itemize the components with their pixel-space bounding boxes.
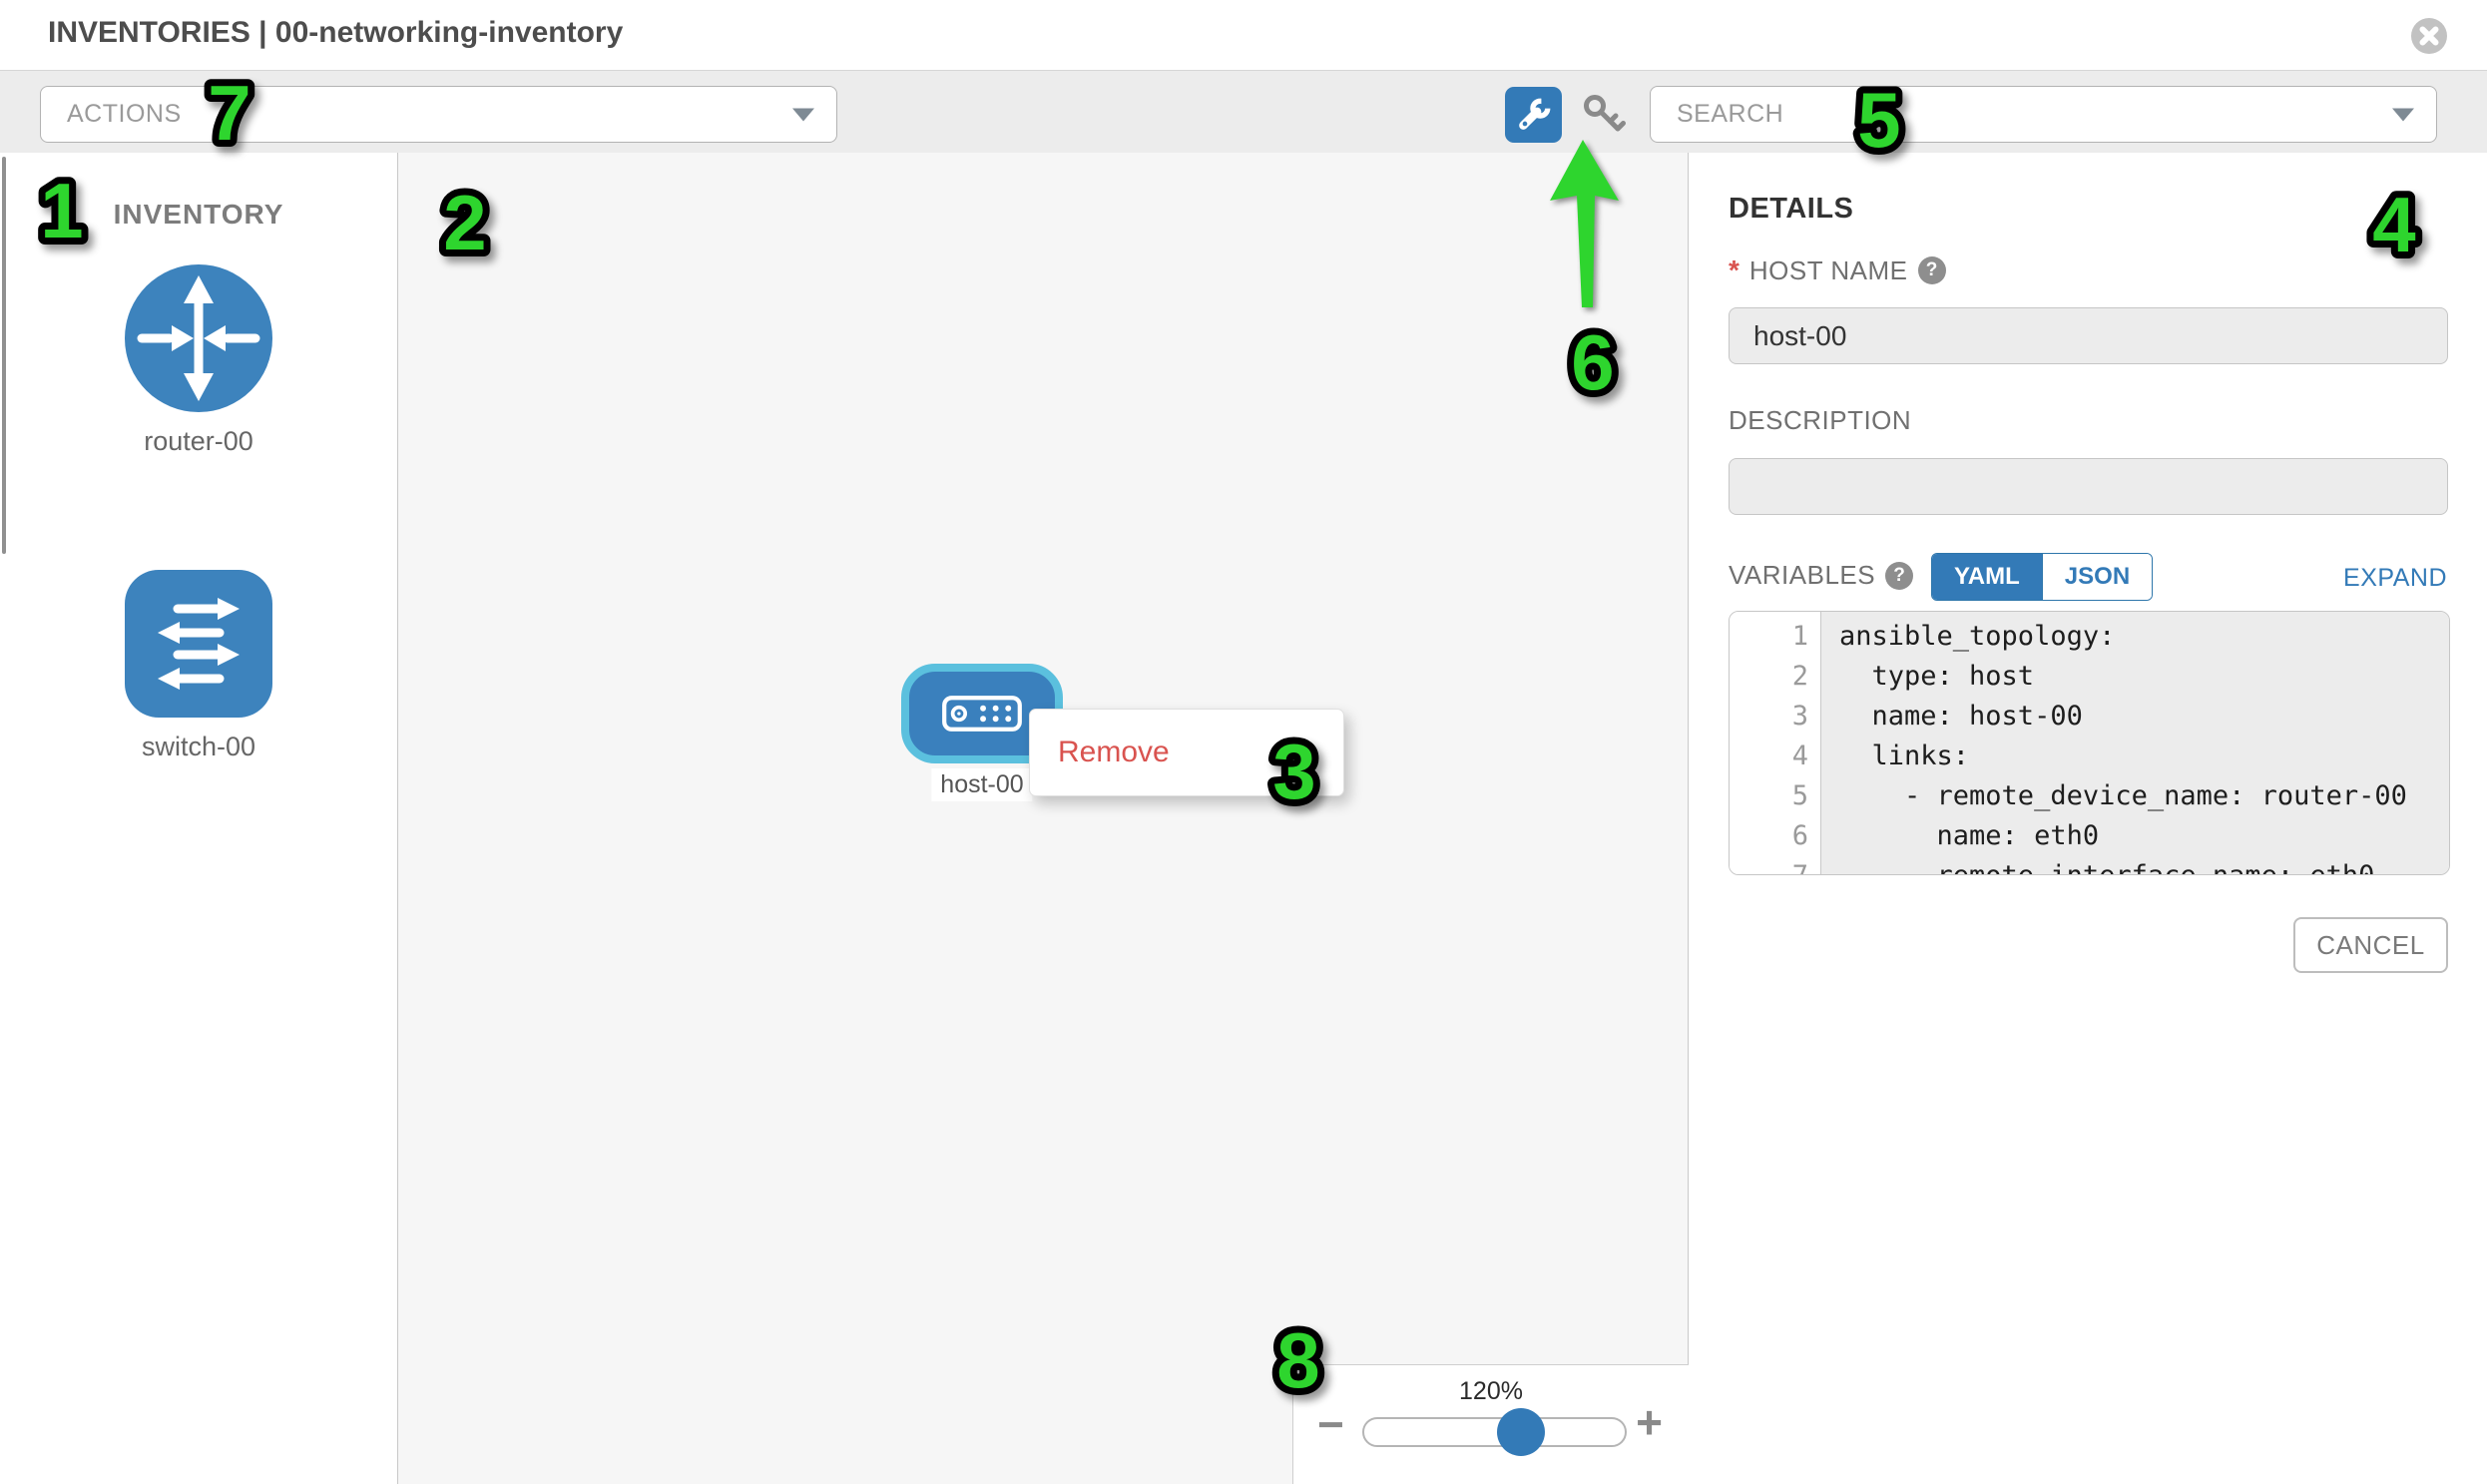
palette-item-router[interactable]: router-00: [0, 263, 397, 457]
editor-gutter: 1 2 3 4 5 6 7: [1730, 612, 1821, 874]
required-asterisk: *: [1729, 254, 1740, 286]
chevron-down-icon: [792, 108, 814, 121]
cancel-button[interactable]: CANCEL: [2293, 917, 2448, 973]
actions-dropdown[interactable]: ACTIONS: [40, 86, 837, 143]
search-dropdown[interactable]: [1650, 86, 2437, 143]
node-context-menu: Details Remove: [1029, 709, 1344, 796]
details-panel: DETAILS * HOST NAME ? DESCRIPTION VARIAB…: [1689, 153, 2487, 1484]
scrollbar[interactable]: [2, 157, 6, 554]
zoom-in-button[interactable]: +: [1636, 1395, 1663, 1449]
host-icon: [940, 693, 1024, 735]
palette-item-label: switch-00: [0, 732, 397, 762]
help-icon[interactable]: ?: [1918, 256, 1946, 284]
editor-code[interactable]: ansible_topology: type: host name: host-…: [1821, 612, 2449, 874]
variables-format-toggle: YAML JSON: [1931, 553, 2153, 601]
tools-button[interactable]: [1505, 87, 1562, 143]
line-number: 4: [1730, 737, 1808, 776]
zoom-slider-thumb[interactable]: [1497, 1408, 1545, 1456]
page-title: INVENTORIES | 00-networking-inventory: [48, 16, 623, 50]
variables-label-row: VARIABLES ?: [1729, 560, 1913, 591]
switch-icon: [124, 569, 273, 719]
line-number: 2: [1730, 657, 1808, 697]
palette-item-switch[interactable]: switch-00: [0, 569, 397, 762]
router-icon: [124, 263, 273, 413]
palette-title: INVENTORY: [0, 199, 397, 231]
wrench-icon: [1516, 97, 1552, 133]
line-number: 1: [1730, 617, 1808, 657]
details-title: DETAILS: [1729, 193, 1853, 226]
variables-label: VARIABLES: [1729, 560, 1875, 591]
line-number: 6: [1730, 816, 1808, 856]
host-node-label: host-00: [931, 768, 1032, 801]
yaml-toggle[interactable]: YAML: [1932, 554, 2042, 600]
key-icon[interactable]: [1580, 91, 1628, 139]
zoom-out-button[interactable]: −: [1317, 1397, 1344, 1451]
menu-item-remove[interactable]: Remove: [1030, 724, 1343, 781]
code-line: - remote_device_name: router-00: [1839, 776, 2449, 816]
host-name-label-row: * HOST NAME ?: [1729, 254, 1946, 286]
zoom-level: 120%: [1293, 1377, 1689, 1406]
search-input[interactable]: [1651, 99, 2436, 130]
variables-editor[interactable]: 1 2 3 4 5 6 7 ansible_topology: type: ho…: [1729, 611, 2450, 875]
inventory-palette: INVENTORY router-00: [0, 153, 398, 1484]
topology-canvas[interactable]: host-00 Details Remove 120% − +: [398, 153, 1689, 1484]
code-line: remote_interface_name: eth0: [1839, 856, 2449, 875]
line-number: 3: [1730, 697, 1808, 737]
code-line: links:: [1839, 737, 2449, 776]
toolbar: ACTIONS: [0, 70, 2487, 154]
zoom-control: 120% − +: [1292, 1364, 1689, 1484]
description-label: DESCRIPTION: [1729, 405, 1911, 436]
actions-dropdown-label: ACTIONS: [41, 100, 836, 129]
description-input[interactable]: [1729, 458, 2448, 515]
host-name-input[interactable]: [1729, 307, 2448, 364]
chevron-down-icon: [2392, 108, 2414, 121]
inventory-topology-app: INVENTORIES | 00-networking-inventory AC…: [0, 0, 2487, 1484]
json-toggle[interactable]: JSON: [2042, 554, 2152, 600]
palette-item-label: router-00: [0, 426, 397, 457]
description-label-row: DESCRIPTION: [1729, 405, 1911, 436]
code-line: name: host-00: [1839, 697, 2449, 737]
zoom-slider[interactable]: [1362, 1417, 1627, 1447]
header: INVENTORIES | 00-networking-inventory: [0, 0, 2487, 70]
host-name-label: HOST NAME: [1749, 255, 1908, 286]
line-number: 5: [1730, 776, 1808, 816]
line-number: 7: [1730, 856, 1808, 875]
code-line: name: eth0: [1839, 816, 2449, 856]
code-line: ansible_topology:: [1839, 617, 2449, 657]
close-icon[interactable]: [2410, 17, 2448, 55]
expand-link[interactable]: EXPAND: [2343, 564, 2447, 593]
code-line: type: host: [1839, 657, 2449, 697]
help-icon[interactable]: ?: [1885, 562, 1913, 590]
